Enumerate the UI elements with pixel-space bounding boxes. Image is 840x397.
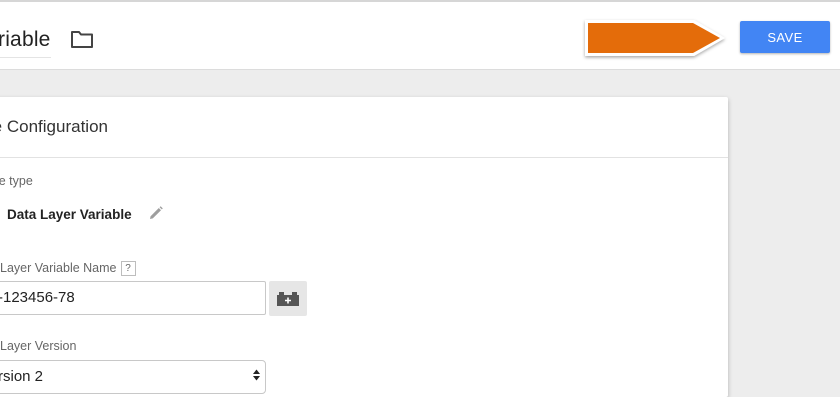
card-header: able Configuration bbox=[0, 97, 728, 158]
page-title[interactable]: riable bbox=[0, 27, 51, 58]
insert-variable-button[interactable] bbox=[269, 281, 307, 316]
data-layer-version-value: rsion 2 bbox=[0, 368, 44, 385]
help-icon[interactable]: ? bbox=[120, 261, 136, 276]
name-label-text: Layer Variable Name bbox=[0, 261, 117, 275]
folder-icon[interactable] bbox=[70, 29, 94, 49]
annotation-arrow bbox=[585, 20, 725, 56]
variable-type-value[interactable]: Data Layer Variable bbox=[7, 207, 132, 222]
pencil-edit-icon[interactable] bbox=[148, 205, 164, 221]
data-layer-version-label: Layer Version bbox=[0, 339, 77, 353]
select-updown-icon bbox=[253, 369, 260, 381]
variable-configuration-card: able Configuration ble type Data Layer V… bbox=[0, 97, 728, 397]
data-layer-variable-name-label: Layer Variable Name? bbox=[0, 261, 136, 276]
variable-name-value: -123456-78 bbox=[0, 289, 75, 306]
save-button[interactable]: SAVE bbox=[740, 21, 830, 53]
variable-brick-icon bbox=[277, 292, 299, 306]
top-bar: riable SAVE bbox=[0, 0, 840, 70]
variable-type-label: ble type bbox=[0, 174, 33, 188]
card-title: able Configuration bbox=[0, 117, 108, 136]
